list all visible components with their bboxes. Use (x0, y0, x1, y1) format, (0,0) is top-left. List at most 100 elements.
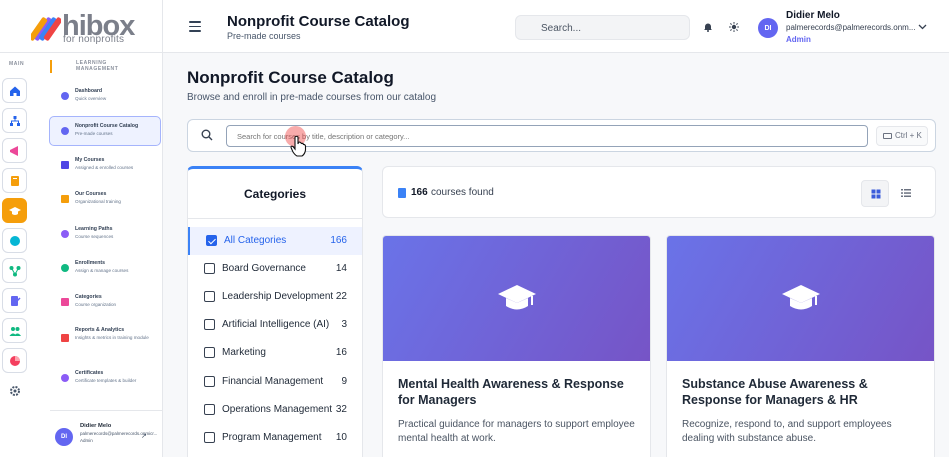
external-link-icon[interactable]: ↗ (141, 432, 147, 440)
sun-icon[interactable] (729, 22, 739, 32)
nav-item-enrollments[interactable]: Enrollments Assign & manage courses (49, 253, 161, 283)
category-item[interactable]: All Categories 166 (188, 227, 362, 255)
rail-campaign-button[interactable] (2, 138, 27, 163)
graduation-cap-icon (8, 206, 21, 215)
shortcut-label: Ctrl + K (895, 131, 922, 140)
chevron-down-icon[interactable] (918, 24, 927, 30)
sidebar-nav: LEARNING MANAGEMENT Dashboard Quick over… (40, 53, 163, 457)
category-checkbox[interactable] (204, 319, 215, 330)
rail-globe-button[interactable] (2, 228, 27, 253)
global-search-input[interactable]: Search... (515, 15, 690, 40)
course-cover (383, 236, 650, 361)
results-label: courses found (431, 187, 494, 198)
nav-item-reports[interactable]: Reports & Analytics Insights & metrics i… (49, 321, 161, 355)
header-user-email: palmerecords@palmerecords.onm... (786, 23, 916, 32)
nav-item-course-catalog[interactable]: Nonprofit Course Catalog Pre-made course… (49, 116, 161, 146)
menu-toggle-icon[interactable] (189, 21, 201, 32)
nav-item-dashboard[interactable]: Dashboard Quick overview (49, 81, 161, 111)
header-title: Nonprofit Course Catalog (227, 13, 410, 30)
category-checkbox[interactable] (206, 235, 217, 246)
category-checkbox[interactable] (204, 404, 215, 415)
category-name: Program Management (222, 432, 322, 443)
grid-view-button[interactable] (861, 180, 889, 207)
rail-people-button[interactable] (2, 318, 27, 343)
user-role: Admin (80, 438, 93, 443)
hand-pointer-icon (290, 135, 307, 157)
nav-item-subtitle: Course sequences (75, 234, 114, 239)
logo[interactable]: hibox for nonprofits (0, 0, 163, 53)
category-item[interactable]: Artificial Intelligence (AI) 3 (188, 311, 362, 339)
category-item[interactable]: Program Management 10 (188, 424, 362, 452)
rail-section-label: MAIN (9, 61, 25, 67)
course-description: Recognize, respond to, and support emplo… (682, 419, 892, 444)
rail-network-button[interactable] (2, 258, 27, 283)
nav-item-categories[interactable]: Categories Course organization (49, 287, 161, 317)
rail-library-button[interactable] (2, 168, 27, 193)
catalog-icon (61, 127, 69, 135)
book-icon (398, 188, 406, 198)
category-count: 10 (335, 432, 347, 443)
rail-org-button[interactable] (2, 108, 27, 133)
category-checkbox[interactable] (204, 347, 215, 358)
sidebar-user-card[interactable]: DI Didier Melo palmerecords@palmerecords… (50, 410, 163, 457)
nav-item-subtitle: Insights & metrics in training module (75, 335, 149, 340)
nav-item-title: Our Courses (75, 191, 107, 197)
nav-item-our-courses[interactable]: Our Courses Organizational training (49, 184, 161, 214)
user-name: Didier Melo (80, 423, 112, 429)
category-checkbox[interactable] (204, 376, 215, 387)
list-view-button[interactable] (892, 180, 920, 207)
nav-item-subtitle: Quick overview (75, 96, 107, 101)
nav-item-subtitle: Course organization (75, 302, 117, 307)
category-item[interactable]: Marketing 16 (188, 339, 362, 367)
nav-item-learning-paths[interactable]: Learning Paths Course sequences (49, 219, 161, 249)
category-checkbox[interactable] (204, 432, 215, 443)
categories-panel: Categories All Categories 166 Board Gove… (187, 166, 363, 457)
category-name: Marketing (222, 347, 266, 358)
app-root: hibox for nonprofits MAIN LEARNING MANAG… (0, 0, 949, 457)
nav-item-title: Enrollments (75, 260, 105, 266)
category-item[interactable]: Operations Management 32 (188, 396, 362, 424)
avatar[interactable]: DI (758, 18, 778, 38)
gear-icon (9, 385, 20, 396)
category-count: 14 (335, 263, 347, 274)
keyboard-icon (883, 133, 892, 139)
category-item[interactable]: Financial Management 9 (188, 368, 362, 396)
keyboard-shortcut-hint: Ctrl + K (876, 126, 928, 146)
header-user-name[interactable]: Didier Melo (786, 10, 840, 21)
category-checkbox[interactable] (204, 291, 215, 302)
category-count: 16 (335, 347, 347, 358)
view-toggle (861, 180, 922, 207)
course-card[interactable]: Substance Abuse Awareness & Response for… (666, 235, 935, 457)
book-open-icon (61, 161, 69, 169)
category-item[interactable]: Board Governance 14 (188, 255, 362, 283)
graduation-cap-icon (498, 285, 536, 310)
people-icon (9, 326, 21, 336)
avatar: DI (55, 428, 73, 446)
search-icon (201, 129, 213, 141)
nav-item-certificates[interactable]: Certificates Certificate templates & bui… (49, 363, 161, 393)
course-search-input[interactable] (226, 125, 868, 147)
category-item[interactable]: Leadership Development 22 (188, 283, 362, 311)
nav-item-title: Dashboard (75, 88, 103, 94)
category-name: All Categories (224, 235, 287, 246)
course-title: Substance Abuse Awareness & Response for… (682, 377, 868, 407)
category-checkbox[interactable] (204, 263, 215, 274)
bell-icon[interactable] (703, 22, 713, 32)
rail-reports-button[interactable] (2, 348, 27, 373)
course-card[interactable]: Mental Health Awareness & Response for M… (382, 235, 651, 457)
list-icon (901, 189, 911, 197)
people-icon (61, 264, 69, 272)
nav-item-title: Certificates (75, 370, 104, 376)
results-count: 166 (411, 187, 428, 198)
nav-item-my-courses[interactable]: My Courses Assigned & enrolled courses (49, 150, 161, 180)
rail-home-button[interactable] (2, 78, 27, 103)
rail-learning-button[interactable] (2, 198, 27, 223)
org-chart-icon (9, 115, 20, 126)
nav-item-title: Nonprofit Course Catalog (75, 123, 139, 129)
rail-settings-button[interactable] (2, 378, 27, 403)
header-user-role: Admin (786, 35, 811, 44)
category-count: 32 (335, 404, 347, 415)
nav-item-subtitle: Assigned & enrolled courses (75, 165, 134, 170)
graduation-cap-icon (782, 285, 820, 310)
rail-document-button[interactable] (2, 288, 27, 313)
